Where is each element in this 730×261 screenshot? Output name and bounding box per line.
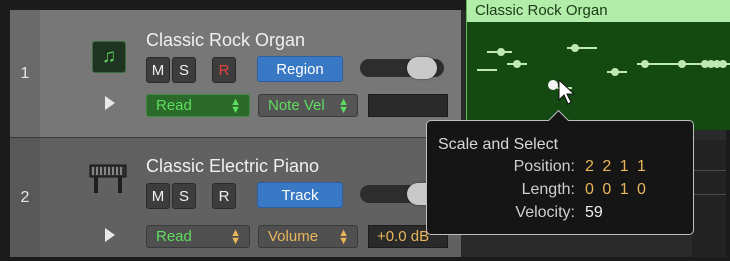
mute-button-2[interactable]: M <box>146 183 170 209</box>
automation-mode-dropdown-1[interactable]: Read ▲ ▼ <box>146 94 250 117</box>
automation-mode-label-1: Read <box>156 97 192 114</box>
track-button[interactable]: Track <box>257 182 343 208</box>
automation-param-label-2: Volume <box>268 228 319 245</box>
velocity-value: 59 <box>585 204 603 221</box>
up-down-chevron-icon: ▲ ▼ <box>230 227 241 247</box>
track-number-1: 1 <box>10 10 40 138</box>
music-note-icon[interactable]: ♫ <box>92 41 126 73</box>
midi-region[interactable]: Classic Rock Organ <box>466 0 730 130</box>
solo-button-1[interactable]: S <box>172 57 196 83</box>
automation-mode-label-2: Read <box>156 228 192 245</box>
automation-parameter-dropdown-1[interactable]: Note Vel ▲ ▼ <box>258 94 358 117</box>
position-value: 2 2 1 1 <box>585 158 648 175</box>
play-icon-2[interactable] <box>105 228 115 242</box>
tooltip-title: Scale and Select <box>438 136 559 153</box>
record-enable-button-2[interactable]: R <box>212 183 236 209</box>
track-number-2: 2 <box>10 138 40 257</box>
up-down-chevron-icon: ▲ ▼ <box>230 96 241 116</box>
track-header-1[interactable]: ♫ Classic Rock Organ M S R Region Read ▲… <box>40 10 461 138</box>
record-enable-button-1[interactable]: R <box>212 57 236 83</box>
timeline-lower-area <box>692 140 726 257</box>
mouse-pointer-icon <box>558 78 576 105</box>
length-value: 0 0 1 0 <box>585 181 648 198</box>
length-label: Length: <box>521 181 575 198</box>
volume-slider-knob-1[interactable] <box>407 57 437 79</box>
automation-value-field-1[interactable] <box>368 94 448 117</box>
solo-button-2[interactable]: S <box>172 183 196 209</box>
up-down-chevron-icon: ▲ ▼ <box>338 96 349 116</box>
track-name-1[interactable]: Classic Rock Organ <box>146 30 305 51</box>
scale-select-tooltip: Scale and Select Position: 2 2 1 1 Lengt… <box>426 109 694 235</box>
selected-note-handle[interactable] <box>548 80 558 90</box>
automation-parameter-dropdown-2[interactable]: Volume ▲ ▼ <box>258 225 358 248</box>
region-button[interactable]: Region <box>257 56 343 82</box>
up-down-chevron-icon: ▲ ▼ <box>338 227 349 247</box>
position-label: Position: <box>513 158 575 175</box>
track-name-2[interactable]: Classic Electric Piano <box>146 156 319 177</box>
automation-mode-dropdown-2[interactable]: Read ▲ ▼ <box>146 225 250 248</box>
mute-button-1[interactable]: M <box>146 57 170 83</box>
electric-piano-icon[interactable] <box>88 163 128 195</box>
velocity-label: Velocity: <box>515 204 575 221</box>
track-header-2[interactable]: Classic Electric Piano M S R Track Read … <box>40 138 461 257</box>
automation-param-label-1: Note Vel <box>268 97 325 114</box>
play-icon-1[interactable] <box>105 96 115 110</box>
note-velocity-lines[interactable] <box>467 22 730 130</box>
track-separator <box>10 137 461 138</box>
region-title[interactable]: Classic Rock Organ <box>467 0 730 22</box>
